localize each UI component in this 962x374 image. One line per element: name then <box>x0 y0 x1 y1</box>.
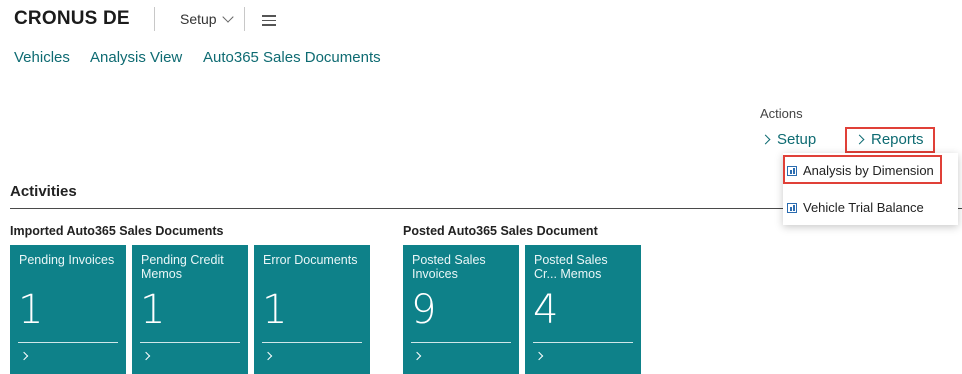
header-divider <box>154 7 155 31</box>
dropdown-item-vehicle-trial-balance[interactable]: Vehicle Trial Balance <box>787 200 924 215</box>
tile-value: 1 <box>262 287 288 333</box>
chevron-right-icon <box>412 351 422 361</box>
company-name[interactable]: CRONUS DE <box>14 8 130 30</box>
tile-value: 1 <box>140 287 166 333</box>
tile-label: Pending Invoices <box>19 253 115 267</box>
chevron-right-icon <box>263 351 273 361</box>
tile-divider <box>411 342 511 343</box>
nav-link-auto365-sales-documents[interactable]: Auto365 Sales Documents <box>203 49 381 66</box>
group-title-imported: Imported Auto365 Sales Documents <box>10 224 224 238</box>
tile-pending-credit-memos[interactable]: Pending Credit Memos 1 <box>132 245 248 374</box>
tile-error-documents[interactable]: Error Documents 1 <box>254 245 370 374</box>
chevron-down-icon <box>221 11 234 23</box>
tile-posted-sales-credit-memos[interactable]: Posted Sales Cr... Memos 4 <box>525 245 641 374</box>
action-setup[interactable]: Setup <box>760 131 817 148</box>
tile-divider <box>18 342 118 343</box>
tile-divider <box>533 342 633 343</box>
setup-menu-button[interactable]: Setup <box>180 11 234 27</box>
tile-value: 9 <box>411 287 437 333</box>
tile-label: Pending Credit Memos <box>141 253 224 281</box>
chevron-right-icon <box>141 351 151 361</box>
setup-menu-label: Setup <box>180 11 217 27</box>
tile-divider <box>140 342 240 343</box>
nav-link-vehicles[interactable]: Vehicles <box>14 49 70 66</box>
header-divider <box>244 7 245 31</box>
dropdown-item-label: Vehicle Trial Balance <box>803 200 924 215</box>
tile-pending-invoices[interactable]: Pending Invoices 1 <box>10 245 126 374</box>
actions-title: Actions <box>760 106 803 121</box>
activities-title: Activities <box>10 183 77 200</box>
tile-label: Error Documents <box>263 253 358 267</box>
tile-value: 4 <box>533 287 559 333</box>
nav-link-analysis-view[interactable]: Analysis View <box>90 49 182 66</box>
group-title-posted: Posted Auto365 Sales Document <box>403 224 598 238</box>
tile-label: Posted Sales Invoices <box>412 253 486 281</box>
action-setup-label: Setup <box>777 131 817 148</box>
chevron-right-icon <box>534 351 544 361</box>
hamburger-menu-icon[interactable] <box>262 15 276 29</box>
report-icon <box>787 202 797 213</box>
analysis-highlight-box <box>783 155 942 184</box>
tile-posted-sales-invoices[interactable]: Posted Sales Invoices 9 <box>403 245 519 374</box>
reports-highlight-box <box>845 127 935 153</box>
chevron-right-icon <box>19 351 29 361</box>
tile-divider <box>262 342 362 343</box>
chevron-right-icon <box>760 134 771 145</box>
tile-label: Posted Sales Cr... Memos <box>534 253 608 281</box>
activities-divider <box>10 208 785 209</box>
tile-value: 1 <box>18 287 44 333</box>
